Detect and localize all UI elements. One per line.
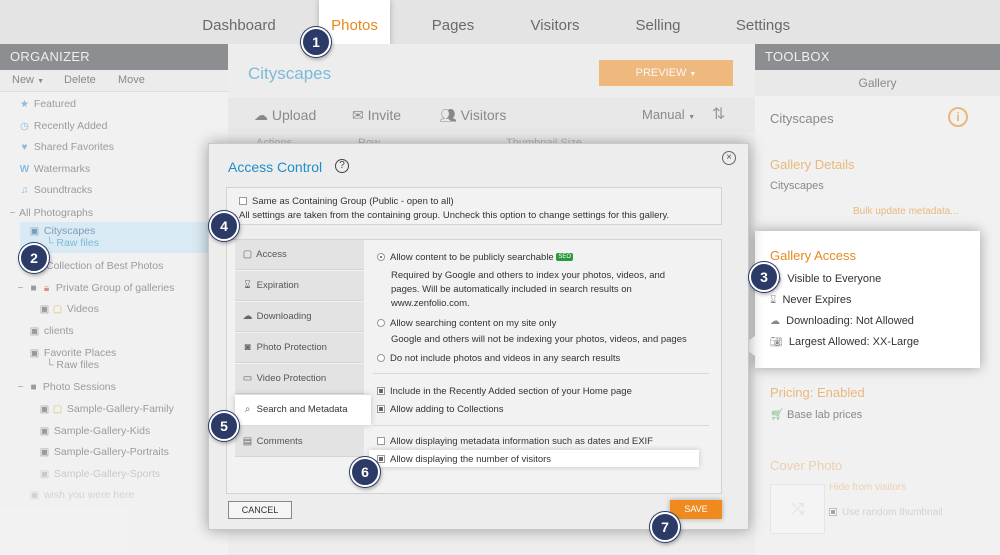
nav-selling[interactable]: Selling [622,0,694,44]
chk-metadata[interactable]: Allow displaying metadata information su… [377,436,653,447]
radio [377,253,385,262]
checkbox [377,437,385,446]
divider [373,373,709,374]
access-downloading: ☁ Downloading: Not Allowed [770,315,914,327]
opt2-desc: Google and others will not be indexing y… [391,334,687,345]
tab-access[interactable]: ▢ Access [235,240,364,270]
opt-publicly-searchable[interactable]: Allow content to be publicly searchable … [377,252,574,263]
nav-settings[interactable]: Settings [724,0,802,44]
label: Comments [256,436,303,447]
label: Photo Protection [256,342,327,353]
hourglass-icon: ⌛︎ [244,280,251,291]
chk-recently-added[interactable]: Include in the Recently Added section of… [377,386,632,397]
callout-7: 7 [650,512,680,542]
lock-icon: ▢ [242,249,253,260]
tab-comments[interactable]: ▤ Comments [235,427,364,457]
video-icon: ▭ [242,373,253,384]
checkbox [377,405,385,414]
label: Access [256,249,287,260]
cloud-download-icon: ☁ [770,316,780,327]
tab-downloading[interactable]: ☁ Downloading [235,302,364,332]
tab-video-protection[interactable]: ▭ Video Protection [235,364,364,394]
callout-5: 5 [209,411,239,441]
label: Largest Allowed: XX-Large [788,336,920,348]
opt1-desc-1: Required by Google and others to index y… [391,270,666,281]
label: Allow adding to Collections [390,404,504,415]
search-icon: ⌕ [244,404,251,415]
label: Expiration [256,280,299,291]
label: Include in the Recently Added section of… [390,386,632,397]
same-as-group-note: All settings are taken from the containi… [239,210,670,221]
checkbox [239,197,247,206]
divider [373,425,709,426]
seo-badge: SEO [556,253,574,262]
label: Same as Containing Group (Public - open … [252,196,454,207]
help-icon[interactable]: ? [335,159,349,173]
same-as-group-box: Same as Containing Group (Public - open … [226,187,722,225]
label: Downloading [256,311,312,322]
label: Allow content to be publicly searchable [390,252,554,263]
label: Search and Metadata [256,404,348,415]
access-expiration: ⌛︎ Never Expires [770,294,852,306]
label: Do not include photos and videos in any … [390,353,621,364]
cancel-button[interactable]: CANCEL [228,501,292,519]
chk-visitor-count[interactable]: Allow displaying the number of visitors [377,454,551,465]
comment-icon: ▤ [242,436,253,447]
callout-3: 3 [749,262,779,292]
access-visibility: ◯ Visible to Everyone [770,273,881,285]
opt1-desc-2: pages. Will be automatically included in… [391,284,632,295]
label: Allow searching content on my site only [390,318,557,329]
save-button[interactable]: SAVE [670,500,722,519]
label: Downloading: Not Allowed [786,315,914,327]
top-navigation: Dashboard Photos Pages Visitors Selling … [0,0,1000,46]
tab-search-and-metadata[interactable]: ⌕ Search and Metadata [235,395,371,425]
gallery-access-title[interactable]: Gallery Access [770,248,856,263]
opt1-desc-3: www.zenfolio.com. [391,298,470,309]
callout-4: 4 [209,211,239,241]
chk-collections[interactable]: Allow adding to Collections [377,404,504,415]
label: Allow displaying the number of visitors [390,454,552,465]
gallery-access-panel: Gallery Access ◯ Visible to Everyone ⌛︎ … [755,231,980,368]
close-icon[interactable]: × [722,151,736,165]
cloud-download-icon: ☁ [242,311,253,322]
label: Allow displaying metadata information su… [390,436,653,447]
opt-no-search[interactable]: Do not include photos and videos in any … [377,353,620,364]
checkbox [377,387,385,396]
access-control-dialog: Access Control ? × Same as Containing Gr… [208,143,749,530]
tab-photo-protection[interactable]: ◙ Photo Protection [235,333,364,363]
same-as-group-checkbox[interactable]: Same as Containing Group (Public - open … [239,196,454,207]
opt-site-only[interactable]: Allow searching content on my site only [377,318,556,329]
radio [377,354,385,363]
label: Video Protection [256,373,327,384]
access-largest-size: 📷︎ Largest Allowed: XX-Large [770,336,919,348]
callout-2: 2 [19,243,49,273]
hourglass-icon: ⌛︎ [770,295,777,306]
checkbox [377,455,385,464]
nav-visitors[interactable]: Visitors [518,0,592,44]
radio [377,319,385,328]
callout-1: 1 [301,27,331,57]
label: Visible to Everyone [787,273,882,285]
callout-6: 6 [350,457,380,487]
tab-expiration[interactable]: ⌛︎ Expiration [235,271,364,301]
camera-icon: 📷︎ [770,337,783,348]
label: Never Expires [782,294,852,306]
nav-dashboard[interactable]: Dashboard [188,0,290,44]
nav-pages[interactable]: Pages [418,0,488,44]
dialog-title: Access Control [228,159,323,175]
camera-icon: ◙ [244,342,251,353]
